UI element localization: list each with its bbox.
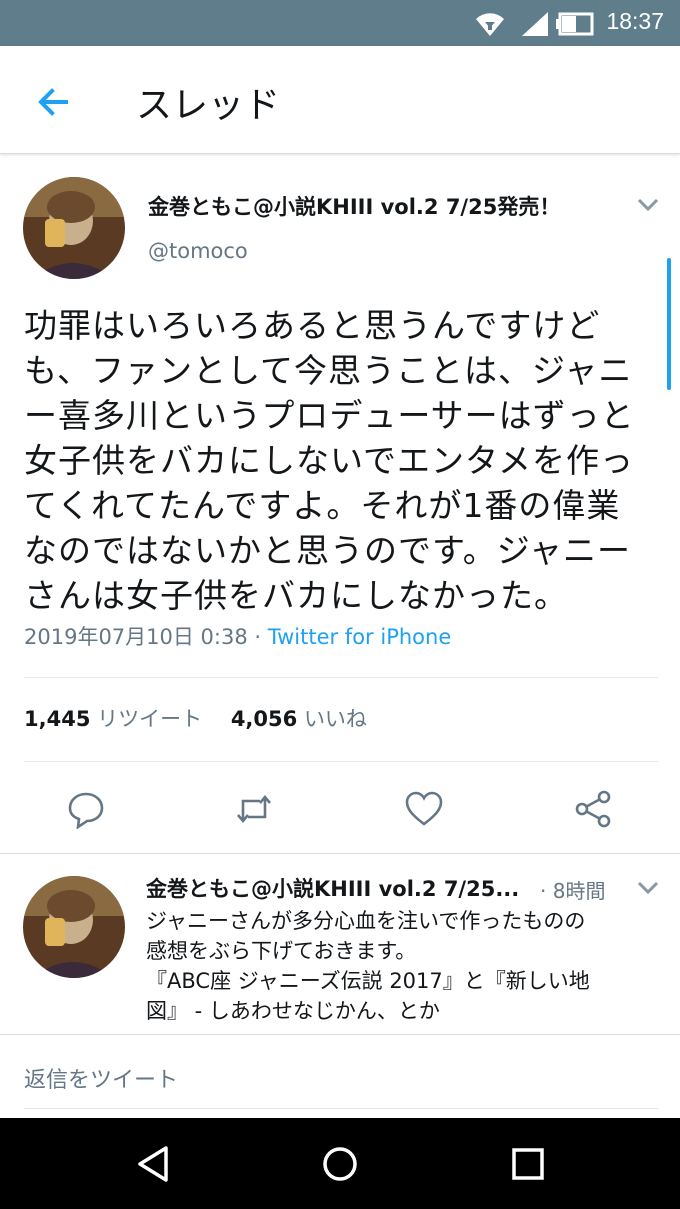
reply-text-line: 感想をぶら下げておきます。 — [146, 939, 417, 963]
like-count[interactable]: 4,056 — [231, 707, 297, 731]
status-bar: 18:37 — [0, 0, 680, 46]
wifi-icon — [476, 13, 504, 37]
section-divider — [0, 1034, 680, 1035]
like-label[interactable]: いいね — [304, 707, 367, 731]
source-link[interactable]: Twitter for iPhone — [268, 625, 452, 649]
tweet-text-line: 女子供をバカにしないでエンタメを作っ — [24, 441, 635, 480]
reply-text: ジャニーさんが多分心血を注いで作ったものの 感想をぶら下げておきます。 『ABC… — [146, 906, 656, 1026]
retweet-count[interactable]: 1,445 — [24, 707, 90, 731]
retweet-icon[interactable] — [234, 789, 274, 829]
handle[interactable]: @tomoco — [148, 239, 248, 263]
divider — [24, 677, 658, 678]
tweet-text-line: も、ファンとして今思うことは、ジャニ — [24, 351, 633, 390]
reply-avatar[interactable] — [23, 876, 125, 978]
clock: 18:37 — [606, 8, 664, 34]
battery-icon — [556, 12, 594, 36]
display-name[interactable]: 金巻ともこ@小説KHIII vol.2 7/25発売！ — [148, 191, 560, 221]
like-icon[interactable] — [404, 789, 444, 829]
avatar[interactable] — [23, 177, 125, 279]
reply-text-line: 『ABC座 ジャニーズ伝説 2017』と『新しい地 — [146, 969, 590, 993]
reply-text-line: ジャニーさんが多分心血を注いで作ったものの — [146, 909, 586, 933]
system-nav-bar — [0, 1118, 680, 1209]
retweet-label[interactable]: リツイート — [97, 707, 202, 731]
scrollbar[interactable] — [667, 258, 671, 390]
app-bar: スレッド — [0, 46, 680, 154]
tweet-text-line: ー喜多川というプロデューサーはずっと — [24, 396, 635, 435]
tweet-text-line: さんは女子供をバカにしなかった。 — [24, 576, 568, 615]
divider — [24, 1108, 658, 1109]
engagement-stats: 1,445 リツイート 4,056 いいね — [24, 703, 367, 733]
reply-icon[interactable] — [66, 789, 106, 829]
tweet-text-line: 功罪はいろいろあると思うんですけど — [24, 306, 601, 345]
reply-text-line: 図』 - しあわせなじかん、とか — [146, 999, 440, 1023]
tweet-meta: 2019年07月10日 0:38 · Twitter for iPhone — [24, 621, 451, 651]
arrow-left-icon[interactable] — [34, 82, 74, 122]
tweet-text-line: なのではないかと思うのです。ジャニー — [24, 531, 632, 570]
reply-display-name[interactable]: 金巻ともこ@小説KHIII vol.2 7/25... — [146, 873, 519, 903]
home-circle-icon[interactable] — [320, 1144, 360, 1184]
back-triangle-icon[interactable] — [134, 1144, 172, 1184]
recents-square-icon[interactable] — [510, 1146, 546, 1182]
divider — [24, 761, 658, 762]
section-divider — [0, 853, 680, 854]
timestamp: 2019年07月10日 0:38 · — [24, 625, 268, 649]
reply-timestamp: · 8時間 — [540, 879, 606, 903]
reply-chevron-down-icon[interactable] — [636, 880, 660, 896]
page-title: スレッド — [136, 85, 281, 126]
signal-icon — [522, 12, 548, 36]
share-icon[interactable] — [574, 789, 614, 829]
tweet-text: 功罪はいろいろあると思うんですけど も、ファンとして今思うことは、ジャニ ー喜多… — [24, 303, 664, 618]
tweet-text-line: てくれてたんですよ。それが1番の偉業 — [24, 486, 621, 525]
reply-compose-input[interactable]: 返信をツイート — [24, 1062, 178, 1094]
chevron-down-icon[interactable] — [636, 197, 660, 213]
